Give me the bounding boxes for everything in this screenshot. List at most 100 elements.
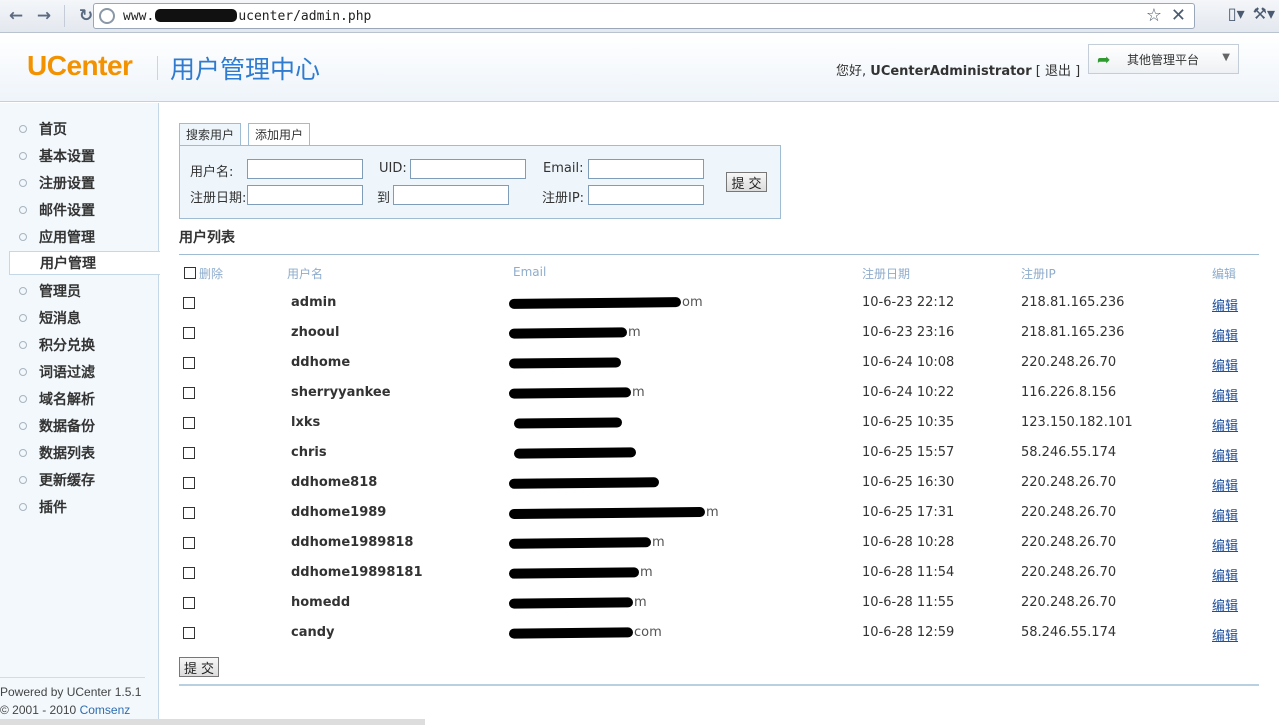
search-submit-button[interactable]: 提交 (726, 172, 767, 192)
sidebar-divider (0, 677, 145, 678)
delete-submit-button[interactable]: 提交 (179, 657, 219, 677)
username-cell: admin (291, 295, 337, 310)
sidebar-item-basic-settings[interactable]: 基本设置 (0, 144, 159, 168)
row-select-checkbox[interactable] (183, 357, 195, 369)
sidebar-item-credits[interactable]: 积分兑换 (0, 333, 159, 357)
uid-input[interactable] (410, 159, 526, 179)
sidebar-item-data-list[interactable]: 数据列表 (0, 441, 159, 465)
email-cell (512, 415, 732, 431)
regdate-to-input[interactable] (393, 185, 509, 205)
row-select-checkbox[interactable] (183, 417, 195, 429)
regdate-from-input[interactable] (247, 185, 363, 205)
sidebar-item-mail-settings[interactable]: 邮件设置 (0, 198, 159, 222)
email-visible-text: com (634, 625, 662, 640)
row-select-checkbox[interactable] (183, 477, 195, 489)
sidebar-item-domains[interactable]: 域名解析 (0, 387, 159, 411)
page-menu-icon[interactable]: ▯▾ (1228, 4, 1245, 23)
email-redaction (508, 327, 628, 339)
regip-cell: 116.226.8.156 (1021, 385, 1117, 400)
edit-link[interactable]: 编辑 (1212, 625, 1238, 644)
username-cell: lxks (291, 415, 321, 430)
edit-link[interactable]: 编辑 (1212, 385, 1238, 404)
horizontal-scrollbar[interactable] (0, 719, 425, 725)
sidebar-item-home[interactable]: 首页 (0, 117, 159, 141)
username-cell: ddhome1989 (291, 505, 387, 520)
wrench-menu-icon[interactable]: ⚒▾ (1253, 4, 1275, 23)
bullet-icon (19, 179, 27, 187)
username-cell: ddhome19898181 (291, 565, 423, 580)
username-cell: ddhome818 (291, 475, 378, 490)
email-cell: m (508, 595, 732, 611)
username-cell: zhooul (291, 325, 340, 340)
row-select-checkbox[interactable] (183, 597, 195, 609)
sidebar-item-users[interactable]: 用户管理 (9, 251, 160, 275)
forward-arrow-icon[interactable]: → (32, 4, 56, 28)
tab-add-user[interactable]: 添加用户 (248, 123, 311, 146)
regdate-cell: 10-6-28 12:59 (862, 625, 955, 640)
sidebar-item-backup[interactable]: 数据备份 (0, 414, 159, 438)
username-cell: ddhome1989818 (291, 535, 414, 550)
greeting-prefix: 您好, (836, 64, 871, 79)
tab-search-users[interactable]: 搜索用户 (179, 123, 242, 146)
edit-link[interactable]: 编辑 (1212, 505, 1238, 524)
edit-link[interactable]: 编辑 (1212, 595, 1238, 614)
email-redaction (508, 627, 634, 639)
email-redaction (508, 567, 640, 579)
regip-cell: 220.248.26.70 (1021, 355, 1117, 370)
edit-link[interactable]: 编辑 (1212, 325, 1238, 344)
email-redaction (513, 417, 623, 429)
email-input[interactable] (588, 159, 704, 179)
email-visible-text: m (652, 535, 665, 550)
sidebar-item-messages[interactable]: 短消息 (0, 306, 159, 330)
row-select-checkbox[interactable] (183, 567, 195, 579)
sidebar-item-label: 邮件设置 (39, 203, 95, 219)
regip-cell: 220.248.26.70 (1021, 595, 1117, 610)
regip-cell: 58.246.55.174 (1021, 625, 1117, 640)
row-select-checkbox[interactable] (183, 387, 195, 399)
edit-link[interactable]: 编辑 (1212, 535, 1238, 554)
bookmark-star-icon[interactable]: ☆ (1146, 5, 1162, 26)
email-redaction (508, 597, 634, 609)
address-bar[interactable]: www. ucenter/admin.php ☆ ✕ (93, 3, 1195, 29)
select-all-checkbox[interactable] (184, 267, 196, 279)
to-label: 到 (377, 191, 391, 206)
row-select-checkbox[interactable] (183, 447, 195, 459)
bullet-icon (19, 287, 27, 295)
regip-cell: 220.248.26.70 (1021, 505, 1117, 520)
comsenz-link[interactable]: Comsenz (80, 703, 131, 717)
edit-link[interactable]: 编辑 (1212, 415, 1238, 434)
logout-link[interactable]: [ 退出 ] (1036, 64, 1080, 79)
sidebar-item-label: 插件 (39, 500, 67, 516)
back-arrow-icon[interactable]: ← (4, 4, 28, 28)
sidebar-item-word-filter[interactable]: 词语过滤 (0, 360, 159, 384)
edit-link[interactable]: 编辑 (1212, 475, 1238, 494)
close-icon[interactable]: ✕ (1171, 5, 1186, 26)
other-platform-dropdown[interactable]: ➦ 其他管理平台 ▼ (1088, 44, 1239, 74)
username-input[interactable] (247, 159, 363, 179)
edit-link[interactable]: 编辑 (1212, 355, 1238, 374)
sidebar-item-admins[interactable]: 管理员 (0, 279, 159, 303)
username-cell: homedd (291, 595, 351, 610)
regdate-cell: 10-6-24 10:08 (862, 355, 955, 370)
row-select-checkbox[interactable] (183, 327, 195, 339)
row-select-checkbox[interactable] (183, 627, 195, 639)
row-select-checkbox[interactable] (183, 297, 195, 309)
sidebar-item-apps[interactable]: 应用管理 (0, 225, 159, 249)
ucenter-logo[interactable]: UCenter (27, 50, 133, 82)
sidebar-item-plugins[interactable]: 插件 (0, 495, 159, 519)
sidebar-item-update-cache[interactable]: 更新缓存 (0, 468, 159, 492)
email-visible-text: m (628, 325, 641, 340)
edit-link[interactable]: 编辑 (1212, 295, 1238, 314)
powered-text: Powered by UCenter 1.5.1 (0, 685, 142, 699)
username-cell: ddhome (291, 355, 351, 370)
copyright-text: © 2001 - 2010 Comsenz (0, 703, 131, 717)
edit-link[interactable]: 编辑 (1212, 565, 1238, 584)
username-cell: candy (291, 625, 335, 640)
row-select-checkbox[interactable] (183, 537, 195, 549)
row-select-checkbox[interactable] (183, 507, 195, 519)
sidebar-item-label: 数据备份 (39, 419, 95, 435)
edit-link[interactable]: 编辑 (1212, 445, 1238, 464)
sidebar-item-register-settings[interactable]: 注册设置 (0, 171, 159, 195)
column-header-username: 用户名 (287, 267, 324, 281)
regip-input[interactable] (588, 185, 704, 205)
